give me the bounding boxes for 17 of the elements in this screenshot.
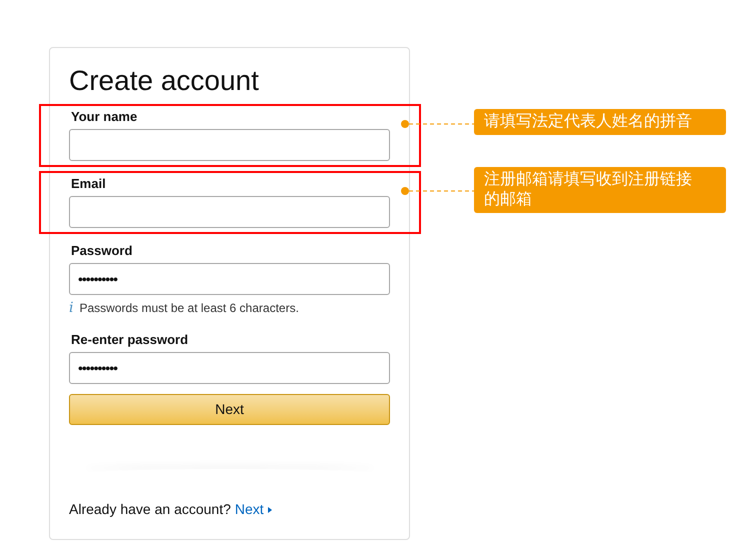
input-field[interactable]: •••••••••• bbox=[69, 263, 390, 295]
annotation-callout: 请填写法定代表人姓名的拼音 bbox=[474, 109, 726, 135]
input-field[interactable]: •••••••••• bbox=[69, 352, 390, 384]
field-label: Your name bbox=[70, 108, 138, 126]
annotation-callout: 注册邮箱请填写收到注册链接的邮箱 bbox=[474, 167, 726, 213]
sign-in-link[interactable]: Next bbox=[234, 499, 264, 520]
input-field[interactable] bbox=[69, 129, 390, 161]
field-label: Password bbox=[70, 242, 134, 260]
next-button[interactable]: Next bbox=[69, 394, 390, 425]
info-icon: i bbox=[69, 301, 74, 315]
field-label: Re-enter password bbox=[70, 331, 190, 349]
footer-text: Already have an account? bbox=[69, 500, 231, 519]
page-title: Create account bbox=[69, 64, 260, 98]
hint-text: Passwords must be at least 6 characters. bbox=[79, 300, 299, 317]
field-label: Email bbox=[70, 175, 107, 193]
input-field[interactable] bbox=[69, 196, 390, 228]
caret-icon bbox=[268, 506, 272, 512]
